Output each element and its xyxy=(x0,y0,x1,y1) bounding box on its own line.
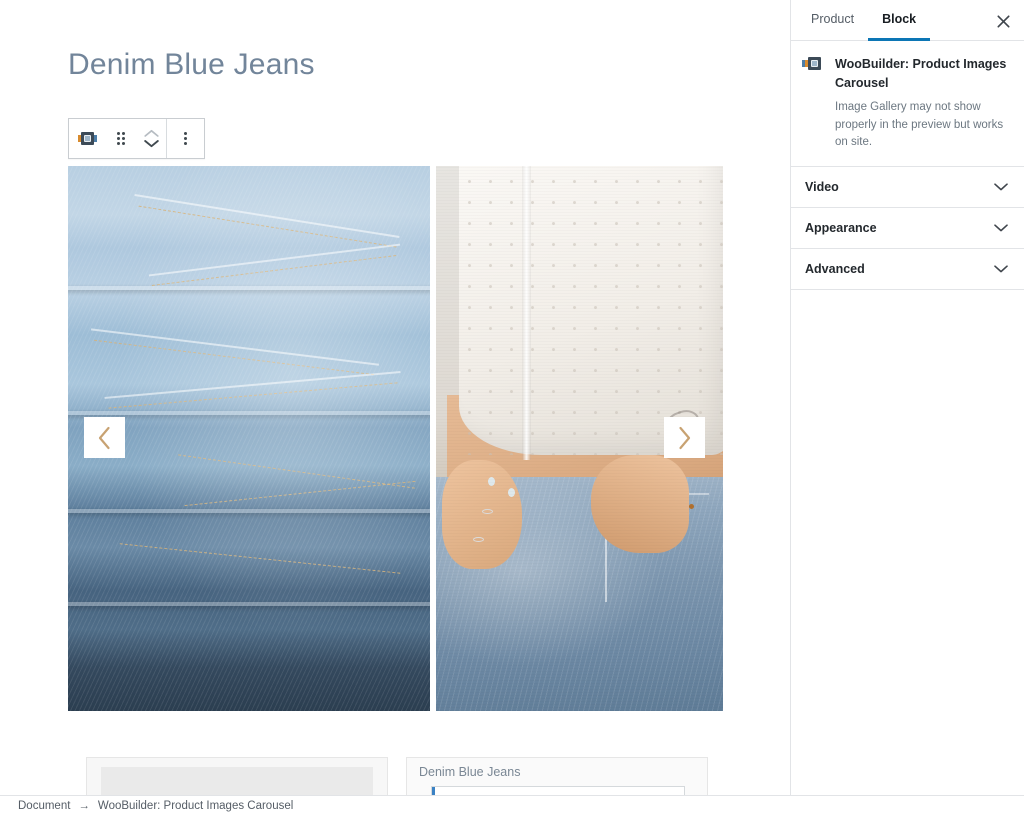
text-caret xyxy=(432,787,435,795)
editor-canvas: Denim Blue Jeans Denim Blue Jeans xyxy=(0,0,791,795)
chevron-up-icon[interactable] xyxy=(143,129,159,138)
panel-appearance[interactable]: Appearance xyxy=(791,208,1024,250)
field-label: Denim Blue Jeans xyxy=(419,765,521,779)
settings-sidebar: Product Block WooBuilder: Product Images… xyxy=(790,0,1024,795)
chevron-down-icon xyxy=(994,265,1008,273)
block-info-card: WooBuilder: Product Images Carousel Imag… xyxy=(791,41,1024,168)
breadcrumb-separator-icon: → xyxy=(78,799,90,812)
block-card-icon-wrap xyxy=(802,55,825,70)
block-type-button[interactable] xyxy=(69,119,106,158)
product-images-carousel-icon xyxy=(78,132,97,145)
lower-block-placeholder[interactable] xyxy=(86,757,388,795)
close-icon xyxy=(996,14,1010,28)
panel-video-label: Video xyxy=(805,180,839,195)
block-toolbar xyxy=(68,118,205,159)
block-card-title: WooBuilder: Product Images Carousel xyxy=(835,57,1007,91)
drag-handle-icon xyxy=(117,132,125,145)
page-title[interactable]: Denim Blue Jeans xyxy=(68,48,315,82)
block-card-description: Image Gallery may not show properly in t… xyxy=(835,100,1004,149)
block-toolbar-main-group xyxy=(69,119,166,158)
product-images-carousel[interactable] xyxy=(68,166,723,711)
block-mover[interactable] xyxy=(136,119,166,158)
panel-advanced[interactable]: Advanced xyxy=(791,249,1024,291)
breadcrumb-root[interactable]: Document xyxy=(18,800,70,812)
lower-block-field-group[interactable]: Denim Blue Jeans xyxy=(406,757,708,795)
sidebar-tabs: Product Block xyxy=(791,0,1024,41)
carousel-next-button[interactable] xyxy=(664,417,705,458)
field-input[interactable] xyxy=(431,786,685,795)
carousel-prev-button[interactable] xyxy=(84,417,125,458)
panel-advanced-label: Advanced xyxy=(805,262,865,277)
tab-product[interactable]: Product xyxy=(797,0,868,41)
placeholder-surface xyxy=(101,767,373,795)
close-sidebar-button[interactable] xyxy=(988,6,1018,36)
drag-handle-button[interactable] xyxy=(106,119,136,158)
breadcrumb: Document → WooBuilder: Product Images Ca… xyxy=(0,795,1024,815)
panel-appearance-label: Appearance xyxy=(805,221,877,236)
block-editor-window: Denim Blue Jeans Denim Blue Jeans Produc… xyxy=(0,0,1024,815)
more-vertical-icon xyxy=(184,132,187,145)
chevron-right-icon xyxy=(679,426,691,449)
chevron-down-icon[interactable] xyxy=(143,139,159,148)
chevron-left-icon xyxy=(98,426,110,449)
chevron-down-icon xyxy=(994,183,1008,191)
more-options-button[interactable] xyxy=(167,119,204,158)
panel-video[interactable]: Video xyxy=(791,167,1024,209)
chevron-down-icon xyxy=(994,224,1008,232)
block-toolbar-options-group xyxy=(167,119,204,158)
tab-block[interactable]: Block xyxy=(868,0,931,41)
breadcrumb-current[interactable]: WooBuilder: Product Images Carousel xyxy=(98,800,293,812)
block-card-text: WooBuilder: Product Images Carousel Imag… xyxy=(835,55,1008,152)
